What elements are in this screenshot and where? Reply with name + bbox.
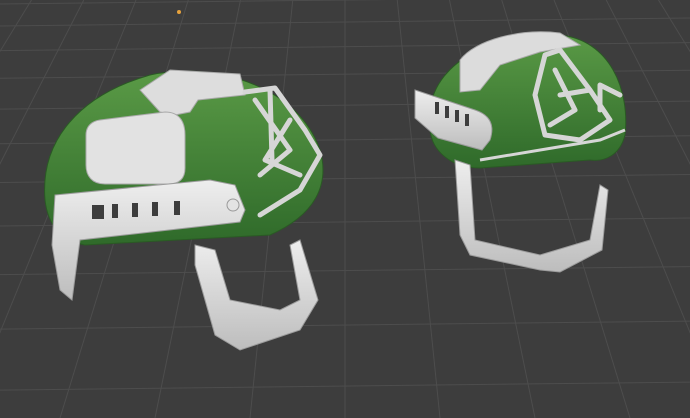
helmet-left-shroud	[85, 111, 186, 185]
helmet-left[interactable]	[44, 69, 324, 351]
helmet-right-chin-strap	[454, 159, 609, 273]
helmet-right[interactable]	[414, 31, 627, 273]
scene-objects	[44, 31, 627, 351]
helmet-left-chin-strap	[194, 239, 319, 351]
3d-viewport[interactable]	[0, 0, 690, 418]
helmet-left-screw-icon	[226, 198, 240, 212]
